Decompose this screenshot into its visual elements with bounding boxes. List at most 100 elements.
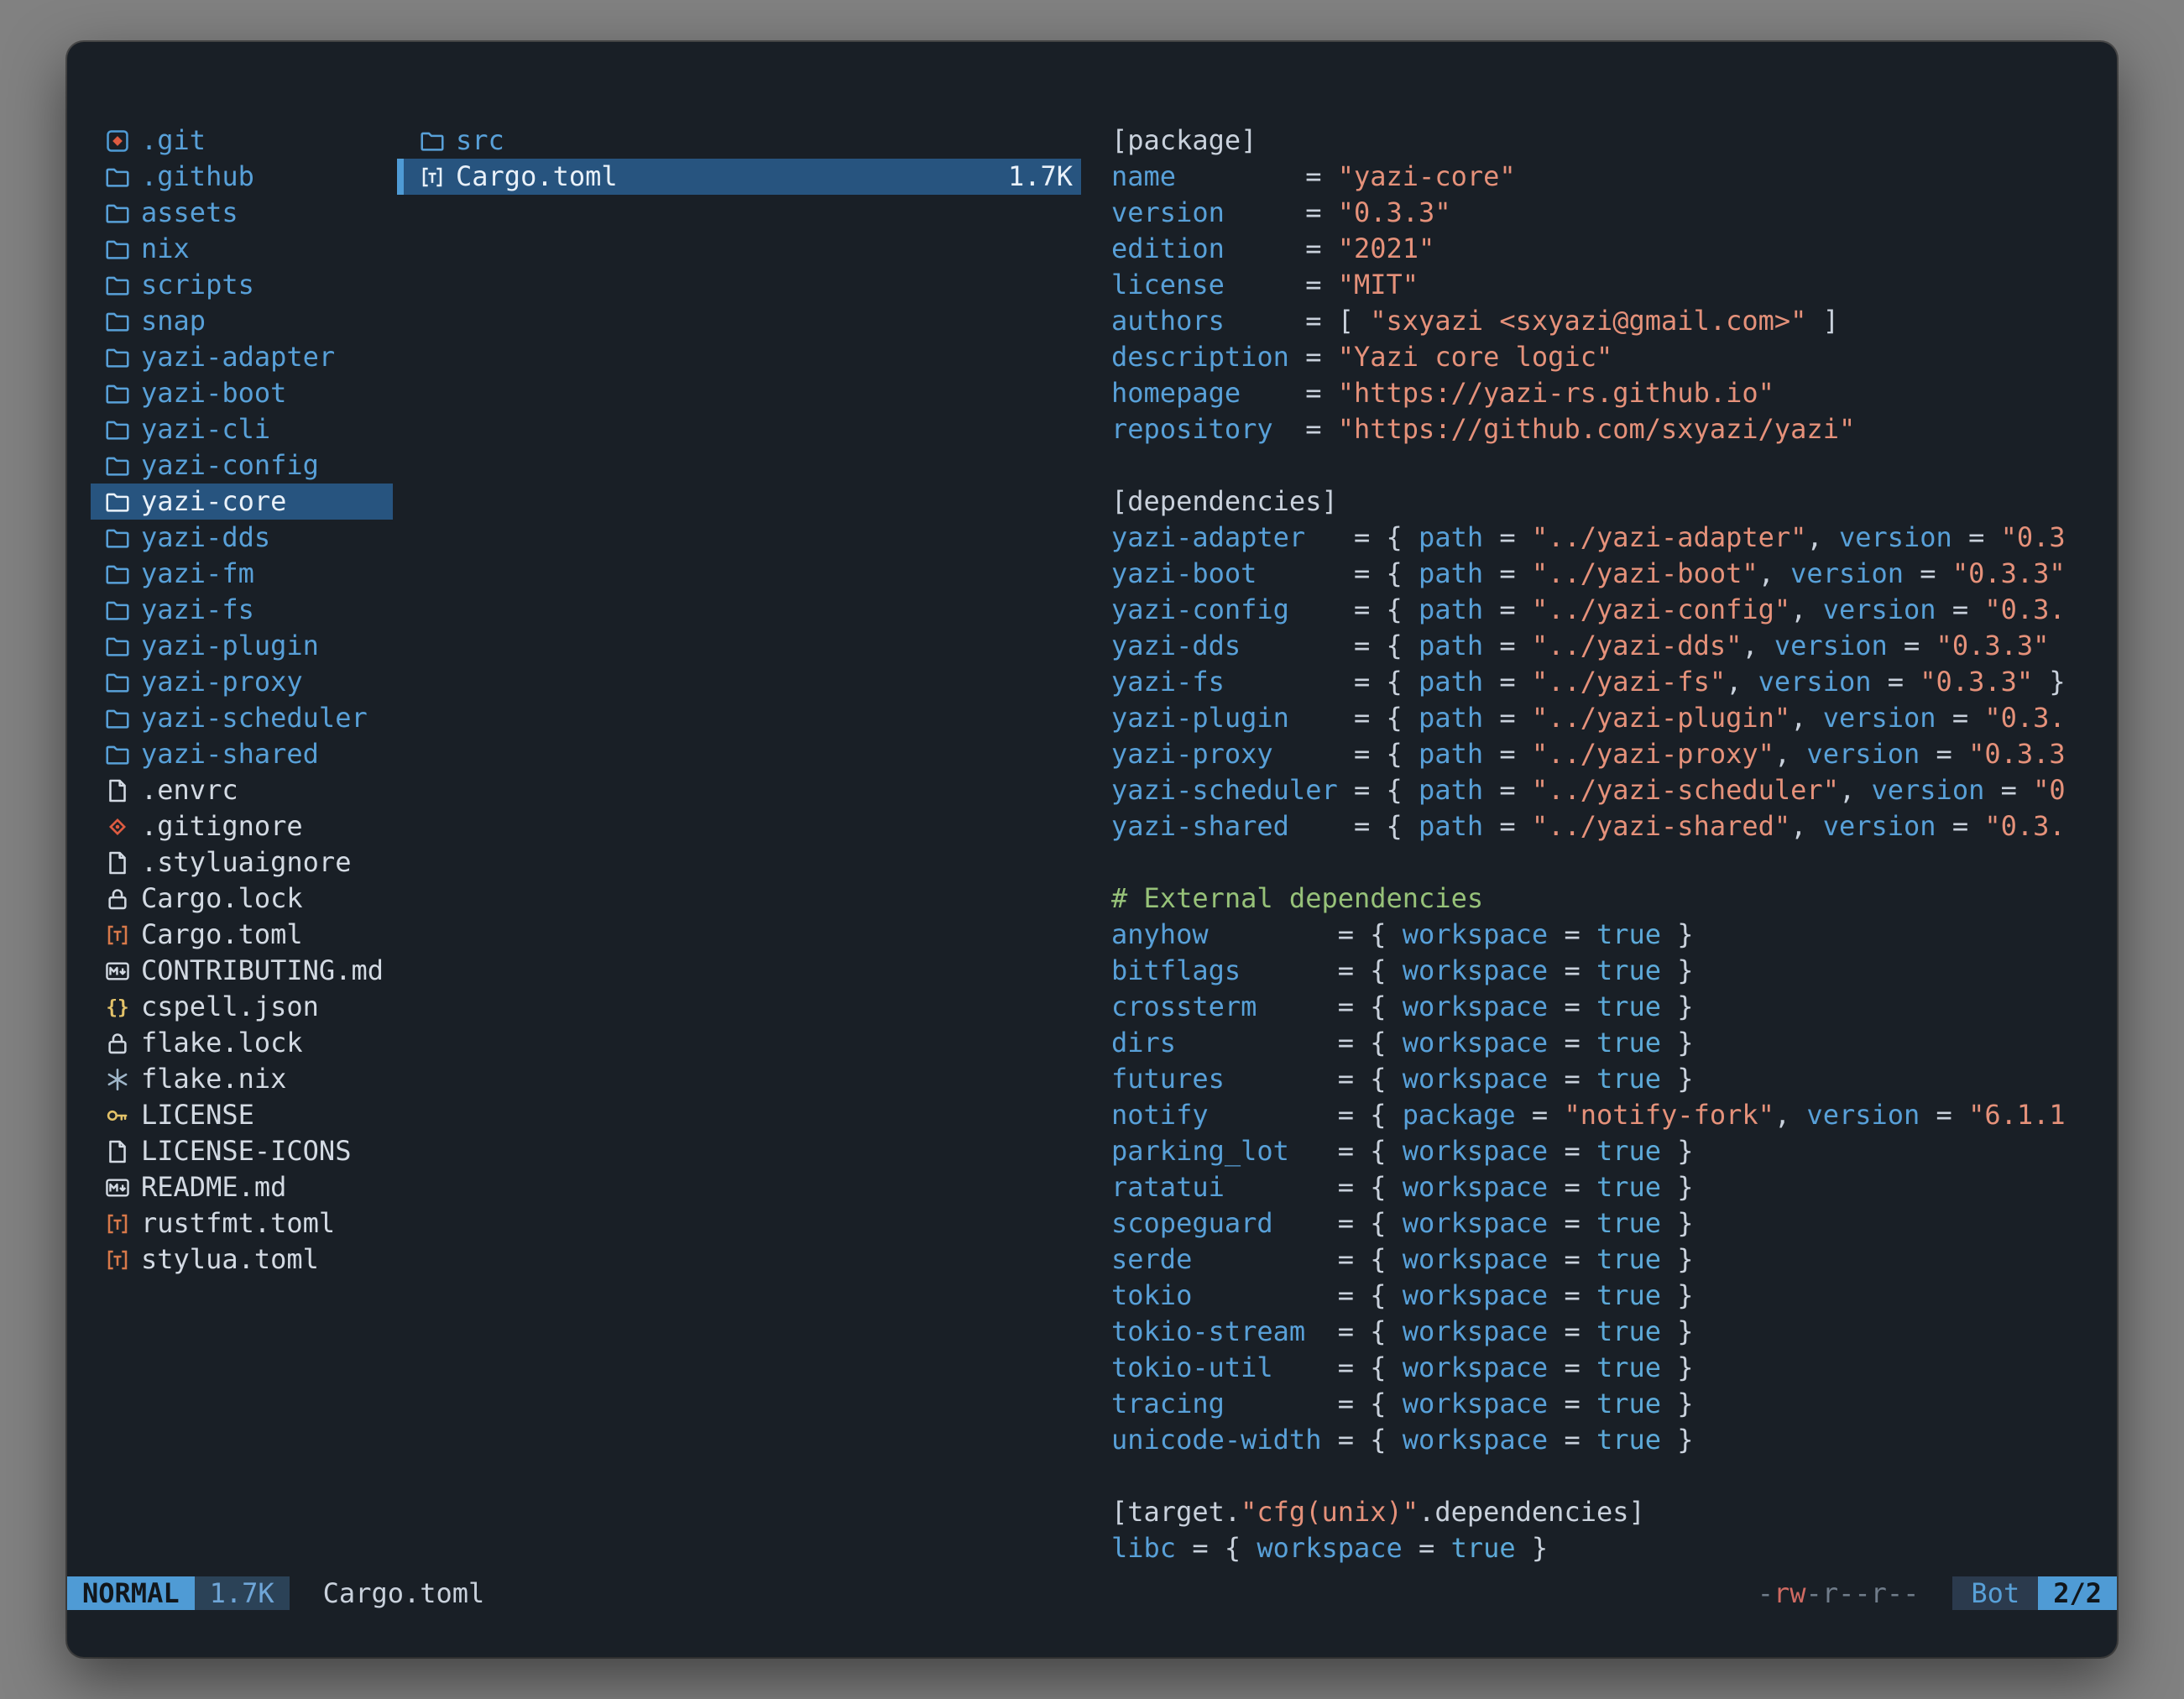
code-segment: = (1920, 738, 1968, 770)
preview-line: repository = "https://github.com/sxyazi/… (1111, 411, 2110, 447)
file-row[interactable]: yazi-fm (91, 556, 393, 592)
file-row[interactable]: yazi-dds (91, 520, 393, 556)
code-segment: workspace (1403, 1027, 1548, 1059)
folder-icon (104, 525, 131, 552)
folder-icon (104, 489, 131, 515)
file-row[interactable]: assets (91, 195, 393, 231)
file-name: yazi-plugin (141, 628, 319, 664)
preview-line: unicode-width = { workspace = true } (1111, 1422, 2110, 1458)
code-segment: , (1790, 702, 1823, 734)
code-segment: = { (1338, 1243, 1403, 1275)
code-segment: } (1661, 1063, 1694, 1095)
file-row[interactable]: yazi-scheduler (91, 700, 393, 736)
active-marker (397, 159, 404, 195)
file-row[interactable]: yazi-proxy (91, 664, 393, 700)
code-segment: = (1871, 666, 1920, 698)
code-segment: workspace (1403, 1171, 1548, 1203)
code-segment: workspace (1257, 1532, 1402, 1564)
code-segment: path (1419, 593, 1483, 625)
code-segment: true (1596, 918, 1661, 950)
file-row[interactable]: CONTRIBUTING.md (91, 953, 393, 989)
code-segment: = (1483, 738, 1532, 770)
preview-line: serde = { workspace = true } (1111, 1242, 2110, 1278)
code-segment: = (1516, 1099, 1565, 1131)
file-name: CONTRIBUTING.md (141, 953, 384, 989)
file-row[interactable]: yazi-core (91, 484, 393, 520)
file-row[interactable]: yazi-plugin (91, 628, 393, 664)
file-size: 1.7K (1008, 159, 1073, 195)
file-row[interactable]: nix (91, 231, 393, 267)
file-row[interactable]: Cargo.lock (91, 881, 393, 917)
code-segment: workspace (1403, 1063, 1548, 1095)
file-row[interactable]: LICENSE (91, 1097, 393, 1133)
file-row[interactable]: .gitignore (91, 808, 393, 844)
file-name: .git (141, 123, 206, 159)
code-segment: = (1548, 1351, 1596, 1383)
code-segment: "../yazi-fs" (1532, 666, 1726, 698)
code-segment: } (1661, 1171, 1694, 1203)
code-segment: = (1548, 1315, 1596, 1347)
folder-icon (104, 236, 131, 263)
folder-icon (104, 452, 131, 479)
file-preview-pane[interactable]: [package]name = "yazi-core"version = "0.… (1111, 123, 2110, 1576)
preview-line: description = "Yazi core logic" (1111, 339, 2110, 375)
markdown-icon (104, 958, 131, 985)
code-segment: # External dependencies (1111, 882, 1483, 914)
code-segment: true (1596, 1135, 1661, 1167)
code-segment: , (1774, 1099, 1807, 1131)
file-row[interactable]: flake.lock (91, 1025, 393, 1061)
file-name: scripts (141, 267, 254, 303)
current-directory-pane: src Cargo.toml 1.7K (397, 123, 1081, 1576)
code-segment: workspace (1403, 1424, 1548, 1456)
code-segment: bitflags (1111, 954, 1338, 986)
code-segment: } (2033, 666, 2066, 698)
preview-line: bitflags = { workspace = true } (1111, 953, 2110, 989)
code-segment: true (1596, 1388, 1661, 1419)
file-row[interactable]: stylua.toml (91, 1242, 393, 1278)
file-row[interactable]: scripts (91, 267, 393, 303)
code-segment: = { (1176, 1532, 1257, 1564)
code-segment: = { (1338, 918, 1403, 950)
folder-icon (104, 669, 131, 696)
file-row[interactable]: yazi-boot (91, 375, 393, 411)
file-row[interactable]: Cargo.toml 1.7K (397, 159, 1081, 195)
file-icon (104, 777, 131, 804)
code-segment: = (1548, 918, 1596, 950)
file-row[interactable]: cspell.json (91, 989, 393, 1025)
file-row[interactable]: Cargo.toml (91, 917, 393, 953)
code-segment: version (1823, 702, 1936, 734)
preview-line: tokio-util = { workspace = true } (1111, 1350, 2110, 1386)
file-row[interactable]: flake.nix (91, 1061, 393, 1097)
file-row[interactable]: yazi-fs (91, 592, 393, 628)
code-segment: license (1111, 269, 1305, 301)
file-row[interactable]: yazi-adapter (91, 339, 393, 375)
file-size-badge: 1.7K (195, 1576, 290, 1610)
code-segment: version (1806, 1099, 1920, 1131)
file-name: LICENSE (141, 1097, 254, 1133)
code-segment: "../yazi-plugin" (1532, 702, 1790, 734)
code-segment: yazi-adapter (1111, 521, 1354, 553)
file-row[interactable]: README.md (91, 1169, 393, 1205)
file-row[interactable]: .envrc (91, 772, 393, 808)
code-segment: = { (1354, 774, 1419, 806)
file-row[interactable]: .git (91, 123, 393, 159)
code-segment: "0.3 (2001, 521, 2066, 553)
code-segment: = [ (1305, 305, 1370, 337)
file-row[interactable]: .github (91, 159, 393, 195)
code-segment: version (1758, 666, 1872, 698)
file-row[interactable]: yazi-shared (91, 736, 393, 772)
file-row[interactable]: .styluaignore (91, 844, 393, 881)
code-segment: workspace (1403, 918, 1548, 950)
file-row[interactable]: yazi-cli (91, 411, 393, 447)
file-row[interactable]: rustfmt.toml (91, 1205, 393, 1242)
file-row[interactable]: src (397, 123, 1081, 159)
file-row[interactable]: LICENSE-ICONS (91, 1133, 393, 1169)
code-segment: workspace (1403, 1315, 1548, 1347)
code-segment: , (1790, 810, 1823, 842)
code-segment: workspace (1403, 954, 1548, 986)
code-segment: yazi-config (1111, 593, 1354, 625)
code-segment: } (1661, 1243, 1694, 1275)
code-segment: "sxyazi <sxyazi@gmail.com>" (1370, 305, 1806, 337)
file-row[interactable]: snap (91, 303, 393, 339)
file-row[interactable]: yazi-config (91, 447, 393, 484)
